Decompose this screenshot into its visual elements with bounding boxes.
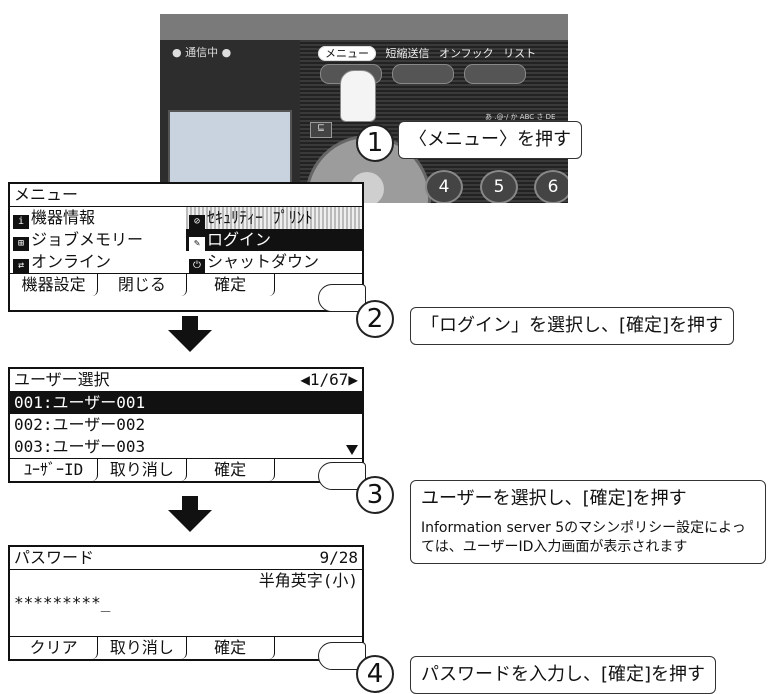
soft-key-3[interactable] bbox=[464, 64, 526, 84]
step-4-number: 4 bbox=[356, 655, 394, 693]
status-text: 通信中 bbox=[185, 46, 219, 59]
user-id-button[interactable]: ﾕｰｻﾞｰID bbox=[10, 459, 99, 481]
number-key-4[interactable]: 4 bbox=[425, 170, 463, 203]
step-2-instruction: 「ログイン」を選択し、[確定]を押す bbox=[410, 307, 735, 345]
menu-item-label: シャットダウン bbox=[207, 252, 320, 271]
step-1-number: 1 bbox=[356, 124, 394, 162]
close-button[interactable]: 閉じる bbox=[98, 274, 187, 296]
user-screen-page[interactable]: ◀1/67▶ bbox=[300, 369, 358, 391]
cancel-button[interactable]: 取り消し bbox=[98, 637, 187, 659]
user-row[interactable]: 003:ユーザー003 bbox=[10, 436, 362, 458]
device-tab-row: メニュー 短縮送信 オンフック リスト bbox=[318, 45, 536, 61]
menu-item-device-info[interactable]: i 機器情報 bbox=[10, 207, 186, 229]
menu-item-label: 機器情報 bbox=[31, 208, 96, 227]
soft-key-2[interactable] bbox=[392, 64, 454, 84]
pointing-hand-icon bbox=[340, 70, 376, 122]
user-screen-title: ユーザー選択 bbox=[14, 370, 110, 389]
user-function-keys: ﾕｰｻﾞｰID 取り消し 確定 bbox=[10, 458, 362, 481]
photo-top-strip bbox=[160, 0, 568, 14]
status-indicator: ● 通信中 ● bbox=[172, 46, 232, 59]
confirm-button[interactable]: 確定 bbox=[187, 274, 275, 296]
menu-function-keys: 機器設定 閉じる 確定 bbox=[10, 273, 362, 296]
confirm-button[interactable]: 確定 bbox=[187, 459, 275, 481]
list-key[interactable]: リスト bbox=[503, 47, 536, 60]
user-screen-header: ユーザー選択 ◀1/67▶ bbox=[10, 369, 362, 392]
menu-screen: メニュー i 機器情報 ⊘ ｾｷｭﾘﾃｨｰ ﾌﾟﾘﾝﾄ ⊞ ジョブメモリー ✎ ログイン… bbox=[8, 182, 364, 312]
cancel-button[interactable]: 取り消し bbox=[98, 459, 187, 481]
menu-screen-title: メニュー bbox=[14, 185, 79, 204]
down-arrow-icon bbox=[168, 330, 212, 352]
on-hook-key[interactable]: オンフック bbox=[439, 47, 494, 60]
arrow-stem bbox=[182, 496, 198, 510]
password-input[interactable]: *********_ bbox=[10, 592, 362, 614]
password-screen: パスワード 9/28 半角英字(小) *********_ クリア 取り消し 確… bbox=[8, 545, 364, 661]
blank-row bbox=[10, 614, 362, 636]
password-function-keys: クリア 取り消し 確定 bbox=[10, 636, 362, 659]
step-4-text: パスワードを入力し、[確定]を押す bbox=[421, 664, 706, 685]
menu-screen-header: メニュー bbox=[10, 184, 362, 207]
menu-key[interactable]: メニュー bbox=[318, 46, 376, 61]
down-arrow-icon bbox=[168, 510, 212, 532]
reset-key[interactable]: ⊑ bbox=[310, 122, 332, 138]
input-mode-label: 半角英字(小) bbox=[258, 571, 358, 590]
step-1-text: 〈メニュー〉を押す bbox=[409, 129, 571, 150]
menu-item-label: ログイン bbox=[207, 230, 272, 249]
device-photo: ● 通信中 ● メニュー 短縮送信 オンフック リスト ⊑ あ .@-/ か A… bbox=[160, 0, 568, 203]
step-3-number: 3 bbox=[356, 476, 394, 514]
step-3-note: Information server 5のマシンポリシー設定によっては、ユーザー… bbox=[421, 520, 746, 555]
menu-item-label: オンライン bbox=[31, 252, 112, 271]
password-screen-title: パスワード bbox=[14, 548, 95, 567]
number-key-6[interactable]: 6 bbox=[534, 170, 568, 203]
step-4-instruction: パスワードを入力し、[確定]を押す bbox=[410, 656, 717, 694]
lock-icon: ⊘ bbox=[189, 215, 205, 229]
number-key-5[interactable]: 5 bbox=[480, 170, 518, 203]
confirm-button[interactable]: 確定 bbox=[187, 637, 275, 659]
menu-item-online[interactable]: ⇄ オンライン bbox=[10, 251, 186, 273]
online-icon: ⇄ bbox=[13, 259, 29, 273]
device-top-band bbox=[160, 14, 568, 40]
speed-dial-key[interactable]: 短縮送信 bbox=[386, 47, 430, 60]
menu-item-job-memory[interactable]: ⊞ ジョブメモリー bbox=[10, 229, 186, 251]
step-2-text: 「ログイン」を選択し、[確定]を押す bbox=[421, 315, 724, 336]
menu-item-shutdown[interactable]: ⏻ シャットダウン bbox=[186, 251, 362, 273]
menu-item-label: ｾｷｭﾘﾃｨｰ ﾌﾟﾘﾝﾄ bbox=[207, 208, 313, 227]
step-3-text: ユーザーを選択し、[確定]を押す bbox=[421, 488, 687, 509]
scroll-down-icon[interactable] bbox=[346, 445, 358, 455]
user-row-selected[interactable]: 001:ユーザー001 bbox=[10, 392, 362, 414]
menu-item-label: ジョブメモリー bbox=[31, 230, 144, 249]
pen-icon: ✎ bbox=[189, 237, 205, 251]
device-settings-button[interactable]: 機器設定 bbox=[10, 274, 99, 296]
grid-icon: ⊞ bbox=[13, 237, 29, 251]
step-2-number: 2 bbox=[356, 300, 394, 338]
clear-button[interactable]: クリア bbox=[10, 637, 99, 659]
arrow-stem bbox=[182, 316, 198, 330]
step-1-instruction: 〈メニュー〉を押す bbox=[398, 121, 582, 159]
shutdown-icon: ⏻ bbox=[189, 259, 205, 273]
menu-item-login[interactable]: ✎ ログイン bbox=[186, 229, 362, 251]
step-3-instruction: ユーザーを選択し、[確定]を押す Information server 5のマシ… bbox=[410, 480, 766, 564]
menu-item-secure-print[interactable]: ⊘ ｾｷｭﾘﾃｨｰ ﾌﾟﾘﾝﾄ bbox=[186, 207, 362, 229]
password-screen-header: パスワード 9/28 bbox=[10, 547, 362, 570]
password-char-count: 9/28 bbox=[319, 548, 358, 567]
user-select-screen: ユーザー選択 ◀1/67▶ 001:ユーザー001 002:ユーザー002 00… bbox=[8, 367, 364, 483]
menu-items: i 機器情報 ⊘ ｾｷｭﾘﾃｨｰ ﾌﾟﾘﾝﾄ ⊞ ジョブメモリー ✎ ログイン ⇄ オンラ… bbox=[10, 207, 362, 273]
info-icon: i bbox=[13, 215, 29, 229]
user-row[interactable]: 002:ユーザー002 bbox=[10, 414, 362, 436]
